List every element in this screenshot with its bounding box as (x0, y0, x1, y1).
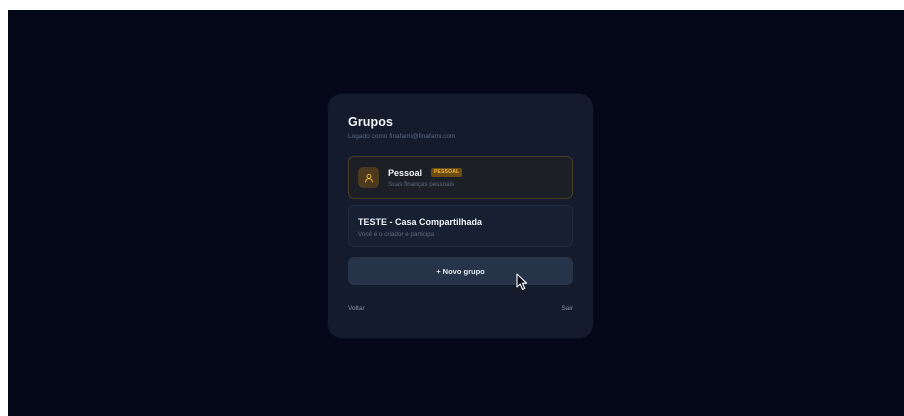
group-item-shared-house[interactable]: TESTE - Casa Compartilhada Você é o cria… (348, 205, 573, 247)
back-link[interactable]: Voltar (348, 305, 365, 312)
group-description: Suas finanças pessoais (388, 181, 455, 188)
logged-in-as-text: Logado como finafami@finafami.com (348, 133, 456, 140)
group-description: Você é o criador e participa (358, 231, 435, 238)
group-name: TESTE - Casa Compartilhada (358, 217, 483, 227)
mouse-pointer-icon (516, 273, 528, 290)
group-item-personal[interactable]: Pessoal PESSOAL Suas finanças pessoais (348, 156, 573, 199)
app-viewport: Grupos Logado como finafami@finafami.com… (8, 10, 904, 416)
logout-link[interactable]: Sair (561, 305, 573, 312)
groups-panel: Grupos Logado como finafami@finafami.com… (328, 94, 593, 338)
group-name: Pessoal (388, 168, 423, 178)
panel-title: Grupos (348, 115, 394, 129)
personal-badge: PESSOAL (431, 168, 463, 177)
new-group-button[interactable]: + Novo grupo (348, 257, 573, 285)
user-icon (358, 167, 379, 188)
